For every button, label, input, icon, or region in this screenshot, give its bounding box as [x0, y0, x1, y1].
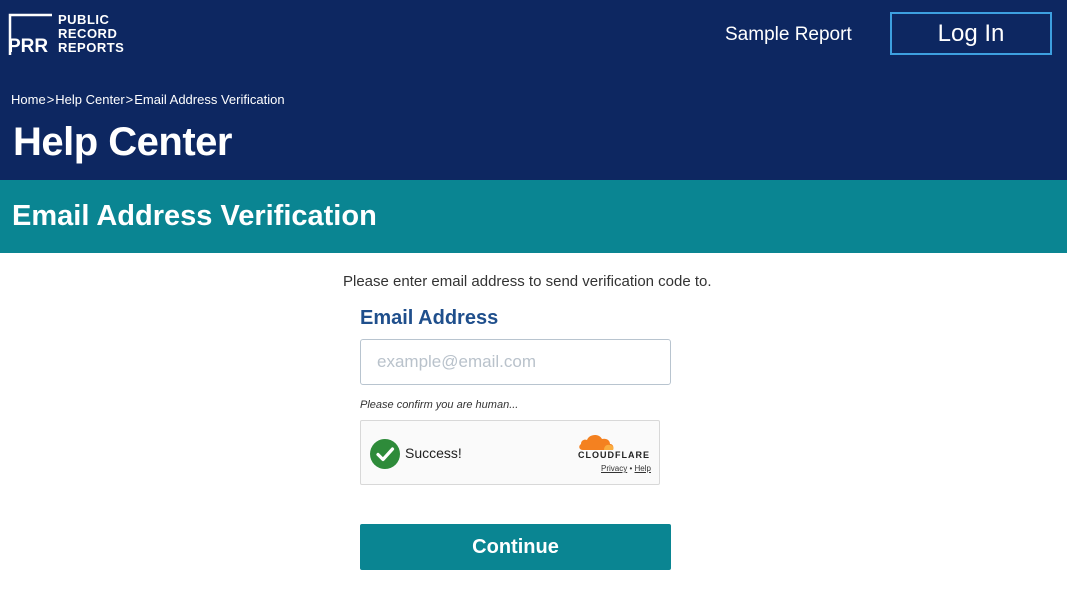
form-instructions: Please enter email address to send verif… [343, 273, 712, 290]
page-title: Help Center [13, 120, 233, 164]
logo-name: PUBLIC RECORD REPORTS [58, 13, 124, 55]
captcha-link-separator: • [629, 464, 633, 473]
section-header: Email Address Verification [0, 180, 1067, 253]
cloudflare-cloud-icon [579, 434, 614, 450]
logo-line-1: PUBLIC [58, 12, 110, 27]
cloudflare-wordmark: CLOUDFLARE [578, 450, 650, 460]
human-confirm-note: Please confirm you are human... [360, 399, 519, 411]
success-check-icon [370, 439, 400, 469]
breadcrumb: Home>Help Center>Email Address Verificat… [11, 92, 285, 107]
breadcrumb-current: Email Address Verification [134, 92, 285, 107]
continue-button[interactable]: Continue [360, 524, 671, 570]
email-label: Email Address [360, 307, 499, 329]
sample-report-link[interactable]: Sample Report [725, 24, 852, 46]
prr-logo[interactable]: PRR PUBLIC RECORD REPORTS [8, 13, 133, 58]
login-button[interactable]: Log In [890, 12, 1052, 55]
breadcrumb-home[interactable]: Home [11, 92, 46, 107]
breadcrumb-separator: > [46, 92, 55, 107]
captcha-links: Privacy • Help [601, 464, 651, 473]
logo-abbrev: PRR [8, 36, 49, 57]
breadcrumb-help-center[interactable]: Help Center [55, 92, 124, 107]
captcha-privacy-link[interactable]: Privacy [601, 464, 627, 473]
logo-line-2: RECORD [58, 26, 118, 41]
logo-line-3: REPORTS [58, 40, 125, 55]
verification-form: Please enter email address to send verif… [0, 253, 1067, 595]
email-input[interactable] [360, 339, 671, 385]
breadcrumb-separator: > [125, 92, 134, 107]
site-header: PRR PUBLIC RECORD REPORTS Sample Report … [0, 0, 1067, 180]
captcha-help-link[interactable]: Help [635, 464, 651, 473]
captcha-widget[interactable]: Success! CLOUDFLARE Privacy • Help [360, 420, 660, 485]
captcha-status: Success! [405, 445, 462, 461]
section-title: Email Address Verification [12, 200, 377, 232]
